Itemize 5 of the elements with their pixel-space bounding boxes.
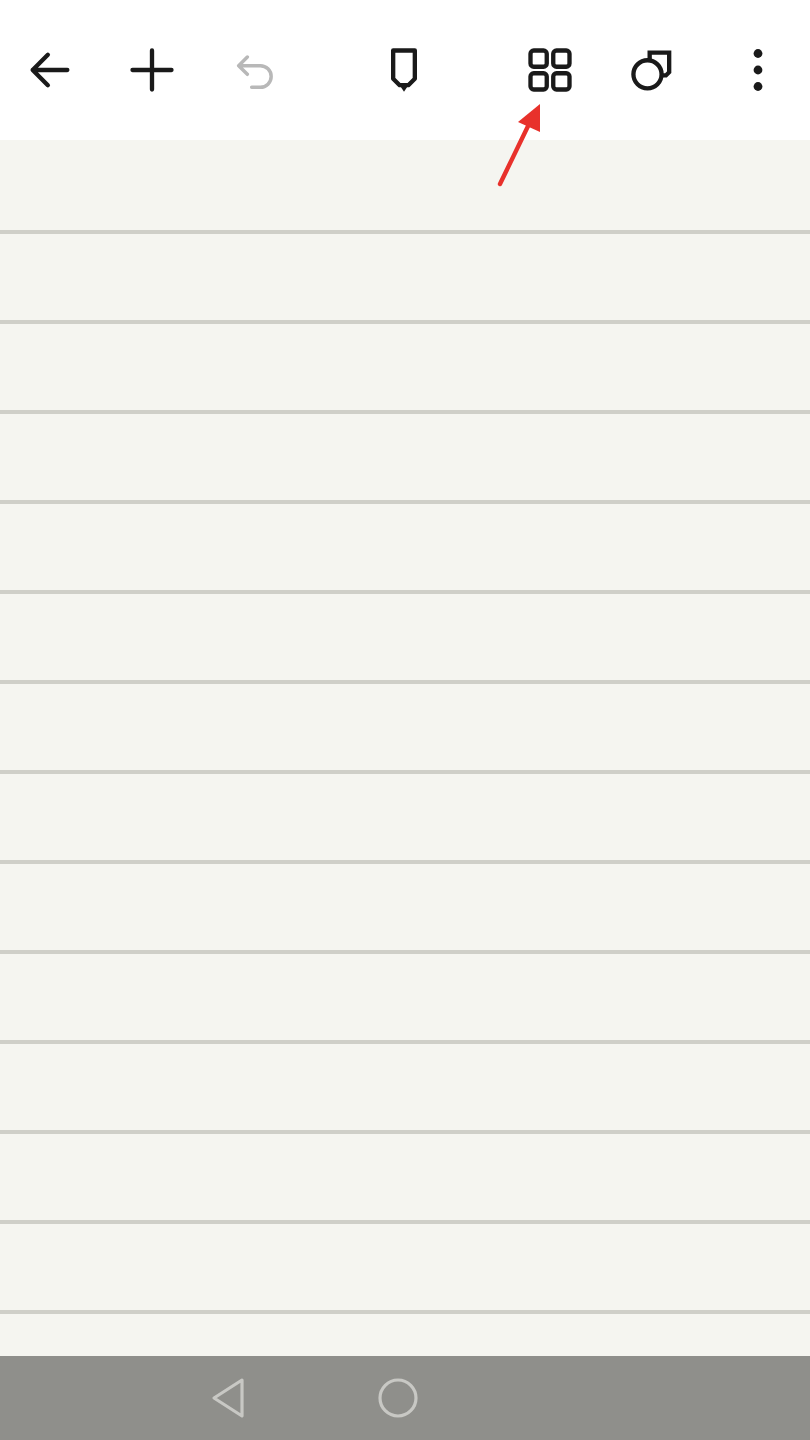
circle-home-icon [376, 1376, 420, 1420]
more-icon [752, 48, 764, 92]
triangle-back-icon [208, 1376, 248, 1420]
grid-icon [524, 44, 576, 96]
add-icon [126, 44, 178, 96]
